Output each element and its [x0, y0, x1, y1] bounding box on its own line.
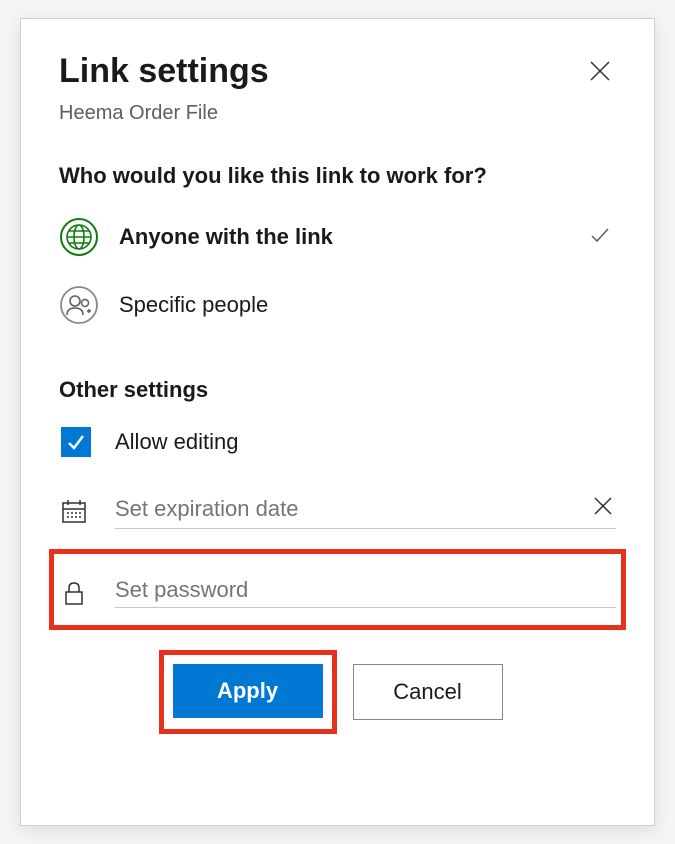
calendar-icon [59, 496, 89, 526]
allow-editing-label: Allow editing [115, 429, 239, 455]
link-settings-dialog: Link settings Heema Order File Who would… [20, 18, 655, 826]
globe-icon [59, 217, 99, 257]
selected-checkmark-icon [588, 223, 612, 252]
file-name: Heema Order File [59, 102, 616, 125]
option-specific-people[interactable]: Specific people [59, 285, 616, 325]
clear-expiration-button[interactable] [590, 493, 616, 524]
close-icon [592, 495, 614, 517]
other-settings-title: Other settings [59, 377, 616, 403]
cancel-button[interactable]: Cancel [353, 664, 503, 720]
dialog-header: Link settings [59, 53, 616, 92]
expiration-row [59, 493, 616, 529]
apply-button[interactable]: Apply [173, 664, 323, 718]
password-row [59, 577, 616, 608]
close-button[interactable] [584, 55, 616, 92]
close-icon [588, 59, 612, 83]
checkmark-icon [65, 431, 87, 453]
option-specific-label: Specific people [119, 292, 616, 318]
expiration-date-input[interactable] [115, 496, 590, 522]
lock-icon [59, 578, 89, 608]
password-input[interactable] [115, 577, 616, 603]
dialog-actions: Apply Cancel [59, 664, 616, 720]
option-anyone-with-link[interactable]: Anyone with the link [59, 217, 616, 257]
permission-question: Who would you like this link to work for… [59, 163, 616, 189]
allow-editing-row: Allow editing [59, 427, 616, 457]
option-anyone-label: Anyone with the link [119, 224, 588, 250]
people-icon [59, 285, 99, 325]
dialog-title: Link settings [59, 53, 269, 90]
allow-editing-checkbox[interactable] [61, 427, 91, 457]
